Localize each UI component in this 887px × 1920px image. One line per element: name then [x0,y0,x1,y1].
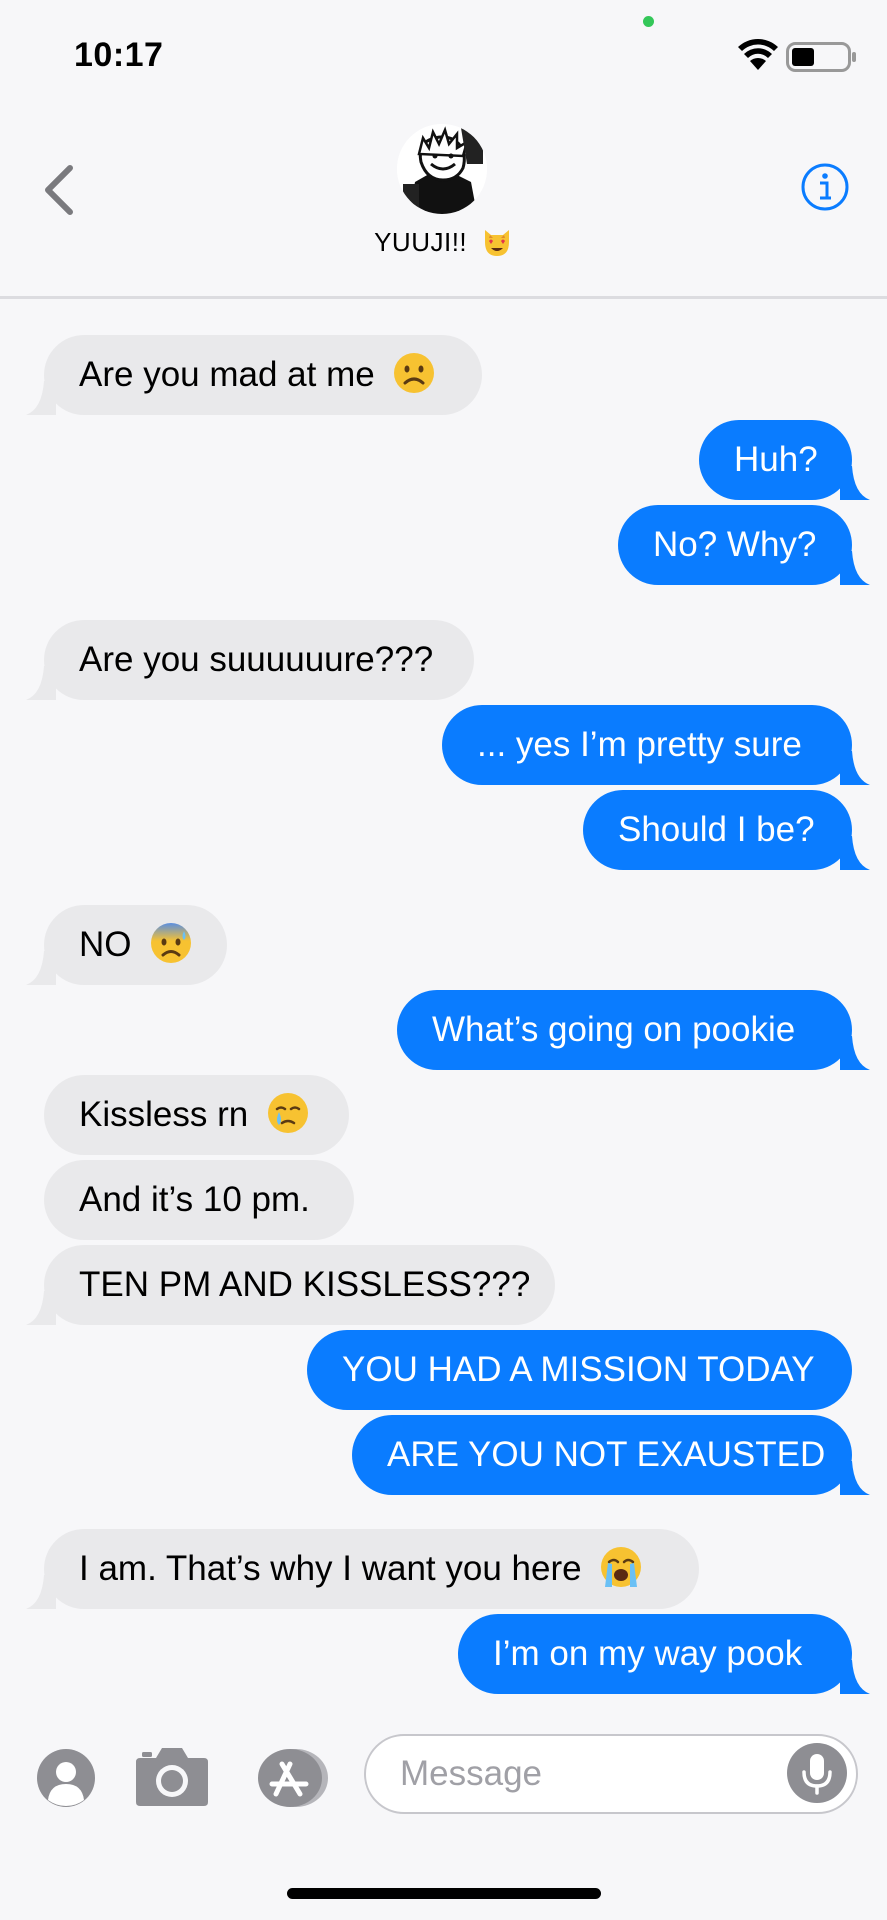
message-text: NO [79,925,132,964]
message-text: Should I be? [618,810,815,849]
outgoing-message[interactable]: No? Why? [618,505,870,585]
status-time: 10:17 [74,36,164,74]
bubble-tail [840,1036,870,1070]
contact-name: YUUJI!! [374,227,468,257]
anxious-sweat-face-emoji [151,923,192,963]
outgoing-message[interactable]: What’s going on pookie [397,990,870,1070]
bubble-tail [26,951,56,985]
contact-name-row[interactable]: YUUJI!! [0,226,887,258]
app-store-icon[interactable] [252,1748,334,1808]
message-text: YOU HAD A MISSION TODAY [342,1350,815,1389]
loudly-crying-face-emoji [601,1547,642,1587]
contact-avatar[interactable] [397,124,487,214]
message-text: I am. That’s why I want you here [79,1549,582,1588]
bubble-tail [26,666,56,700]
info-icon[interactable] [800,162,850,212]
incoming-message[interactable]: Are you mad at me [26,335,482,415]
incoming-message[interactable]: NO [26,905,227,985]
message-input[interactable]: Message [364,1734,858,1814]
conversation-header: YUUJI!! [0,100,887,299]
bubble-tail [26,381,56,415]
mic-in-use-indicator [643,16,654,27]
bubble-tail [840,1660,870,1694]
holding-back-tears-face-emoji [267,1093,308,1133]
bubble-tail [840,751,870,785]
bubble-tail [840,551,870,585]
outgoing-message[interactable]: Huh? [699,420,870,500]
message-text: Are you mad at me [79,355,375,394]
message-text: No? Why? [653,525,817,564]
frowning-face-emoji [394,353,435,393]
message-text: Huh? [734,440,818,479]
message-text: What’s going on pookie [432,1010,796,1049]
memoji-icon[interactable] [36,1748,96,1808]
message-text: Are you suuuuuure??? [79,640,434,679]
bubble-tail [840,1461,870,1495]
outgoing-message[interactable]: ARE YOU NOT EXAUSTED [352,1415,870,1495]
incoming-message[interactable]: TEN PM AND KISSLESS??? [26,1245,555,1325]
bubble-tail [840,836,870,870]
heart-eyes-cat-emoji [484,230,509,256]
message-thread[interactable]: Are you mad at me Huh? No? Why? Are you … [0,300,887,1700]
incoming-message[interactable]: I am. That’s why I want you here [26,1529,699,1609]
wifi-icon [738,39,778,70]
message-text: And it’s 10 pm. [79,1180,310,1219]
outgoing-message[interactable]: Should I be? [583,790,870,870]
message-text: ... yes I’m pretty sure [477,725,802,764]
home-indicator[interactable] [287,1888,601,1899]
outgoing-message[interactable]: I’m on my way pook [458,1614,870,1694]
bubble-tail [26,1575,56,1609]
bubble-tail [26,1291,56,1325]
battery-icon [786,42,856,72]
status-bar: 10:17 [0,0,887,100]
message-placeholder: Message [400,1754,543,1793]
compose-bar: Message [0,1720,887,1840]
back-chevron-icon[interactable] [38,160,82,220]
message-text: I’m on my way pook [493,1634,803,1673]
message-text: ARE YOU NOT EXAUSTED [387,1435,826,1474]
incoming-message[interactable]: Are you suuuuuure??? [26,620,474,700]
microphone-icon[interactable] [786,1742,848,1804]
incoming-message[interactable]: Kissless rn [44,1075,349,1155]
incoming-message[interactable]: And it’s 10 pm. [44,1160,354,1240]
message-text: Kissless rn [79,1095,249,1134]
outgoing-message[interactable]: ... yes I’m pretty sure [442,705,870,785]
outgoing-message[interactable]: YOU HAD A MISSION TODAY [307,1330,852,1410]
message-text: TEN PM AND KISSLESS??? [79,1265,531,1304]
bubble-tail [840,466,870,500]
camera-icon[interactable] [134,1744,210,1808]
